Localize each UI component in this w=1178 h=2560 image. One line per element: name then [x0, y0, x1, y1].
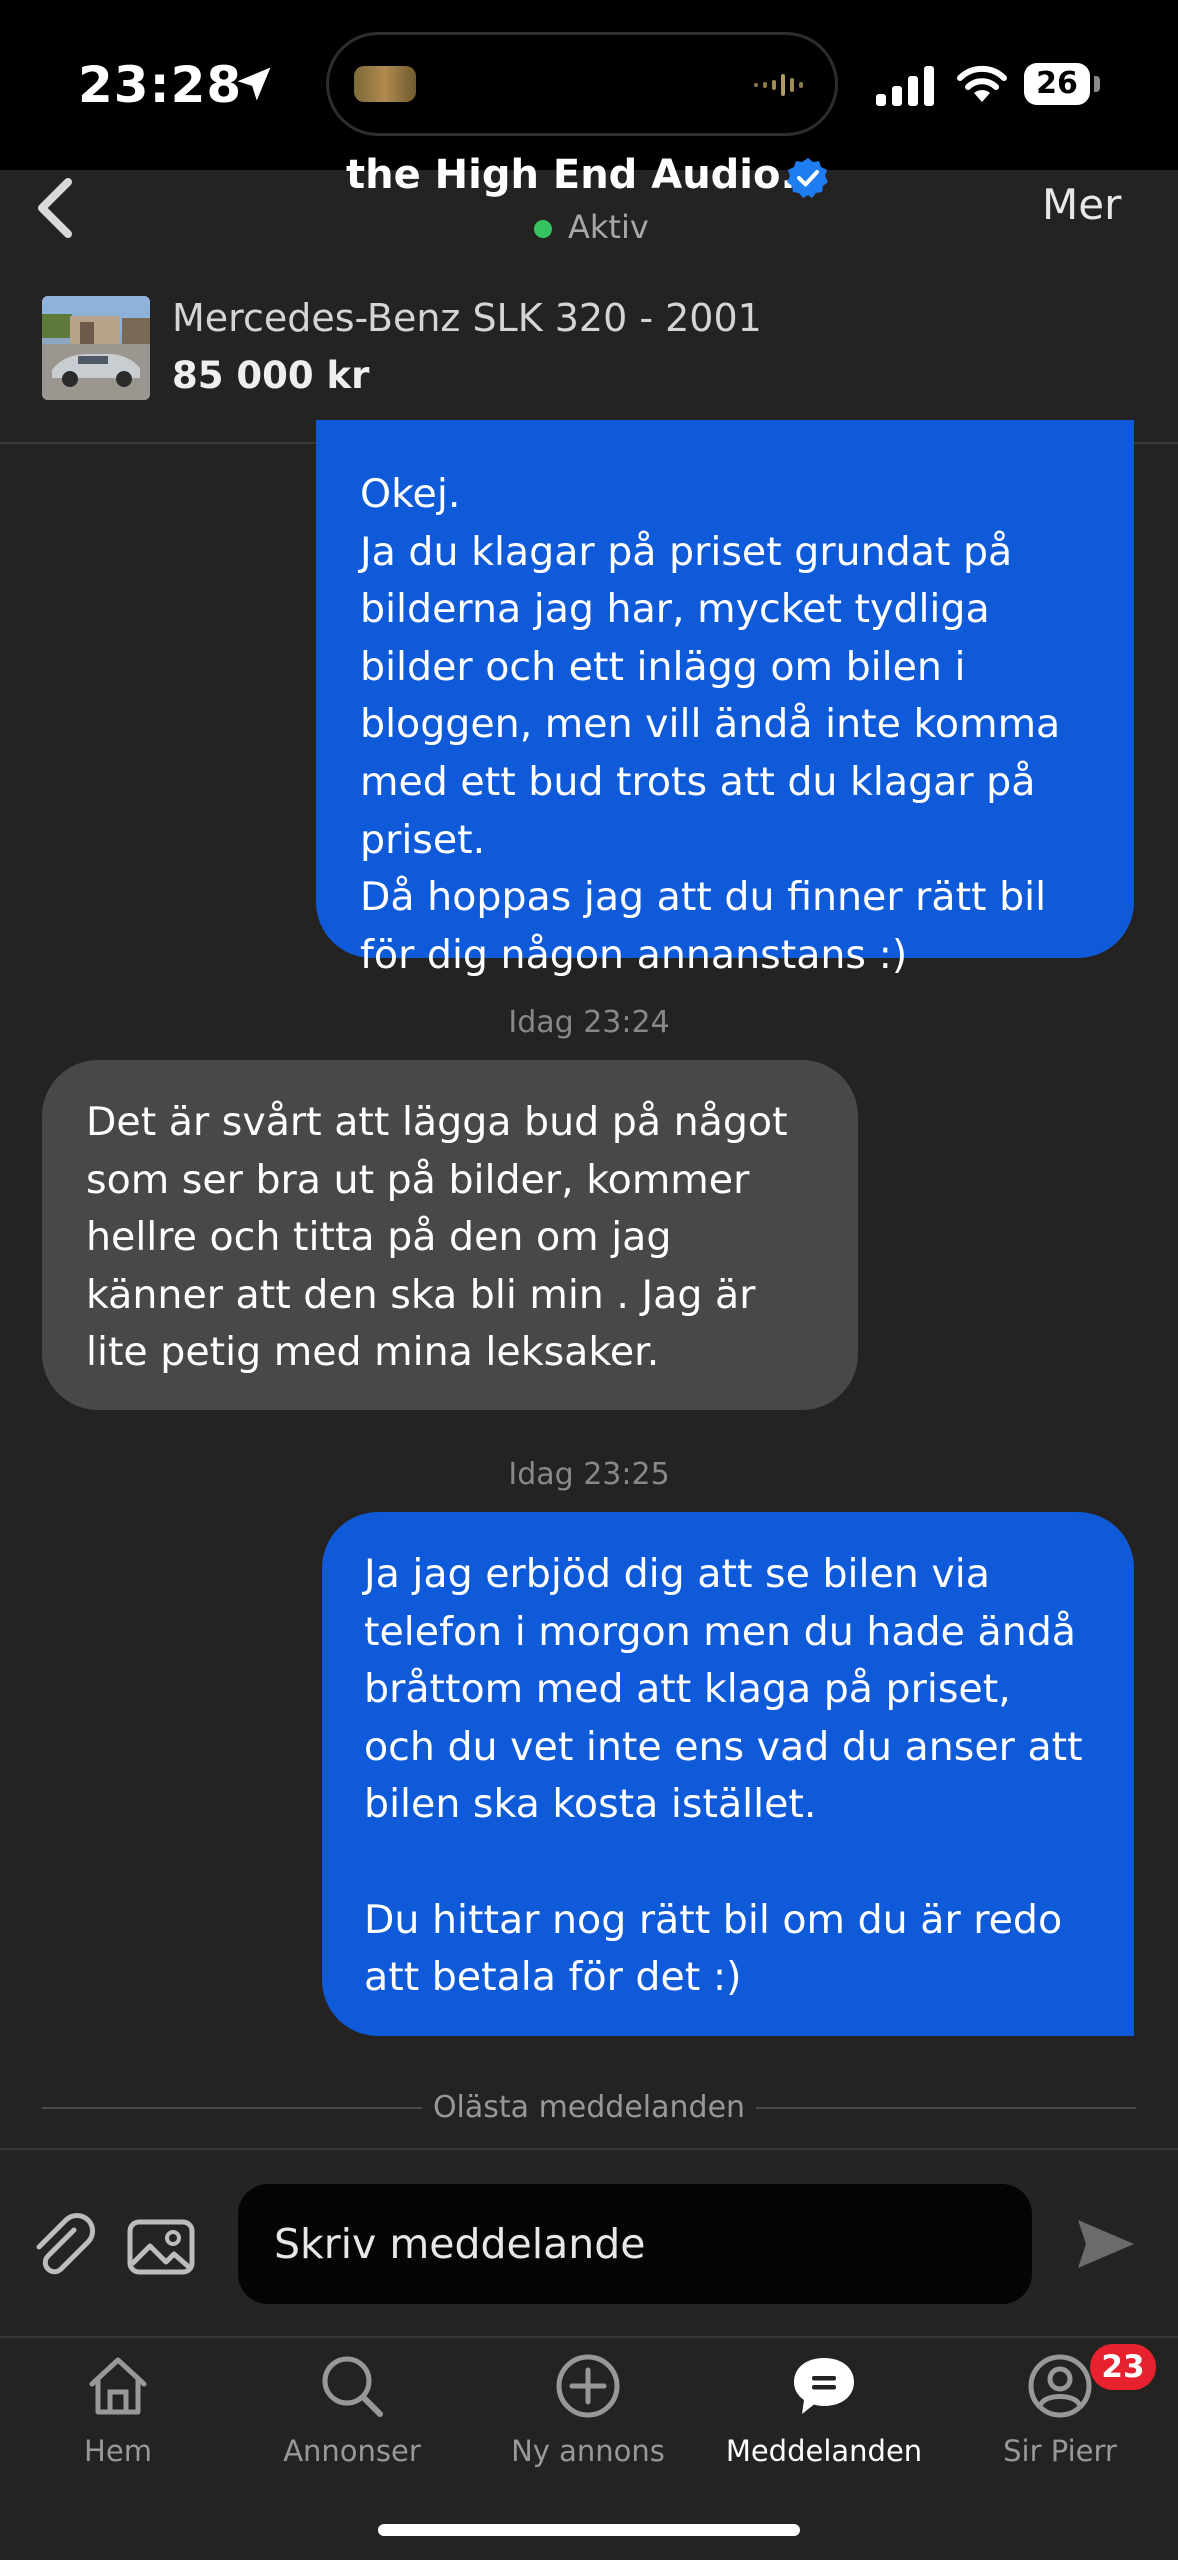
- message-bubble-outgoing[interactable]: Ja jag erbjöd dig att se bilen via telef…: [322, 1512, 1134, 2036]
- image-icon[interactable]: [124, 2212, 198, 2280]
- wifi-icon: [957, 65, 1007, 102]
- unread-divider-line: [756, 2107, 1136, 2109]
- more-button[interactable]: Mer: [1042, 180, 1121, 229]
- battery-tip: [1094, 76, 1100, 92]
- online-status-label: Aktiv: [568, 208, 649, 246]
- profile-icon: [1028, 2354, 1092, 2418]
- listing-car-thumbnail[interactable]: [42, 296, 150, 400]
- back-chevron-icon[interactable]: [26, 172, 86, 244]
- location-arrow-icon: [237, 67, 271, 101]
- message-timestamp: Idag 23:24: [508, 1005, 670, 1040]
- tab-label: Annonser: [283, 2434, 421, 2468]
- verified-badge-icon: [787, 158, 828, 198]
- home-icon: [89, 2357, 147, 2415]
- tab-home[interactable]: Hem: [0, 2336, 236, 2486]
- tab-label: Hem: [84, 2434, 152, 2468]
- search-icon: [322, 2356, 383, 2417]
- tab-ny-annons[interactable]: Ny annons: [470, 2336, 706, 2486]
- status-time: 23:28: [78, 56, 243, 114]
- send-icon[interactable]: [1074, 2212, 1138, 2276]
- cellular-signal-icon: [876, 66, 934, 106]
- home-indicator: [378, 2524, 800, 2536]
- tab-label: Meddelanden: [725, 2434, 923, 2468]
- audio-waveform-icon: [754, 74, 803, 96]
- message-bubble-outgoing[interactable]: Okej. Ja du klagar på priset grundat på …: [316, 420, 1134, 978]
- listing-title[interactable]: Mercedes-Benz SLK 320 - 2001: [172, 296, 762, 340]
- online-status-dot: [534, 220, 552, 238]
- tab-annonser[interactable]: Annonser: [234, 2336, 470, 2486]
- tab-label: Ny annons: [511, 2434, 665, 2468]
- message-input[interactable]: [238, 2184, 1032, 2304]
- listing-price: 85 000 kr: [172, 354, 370, 397]
- chat-icon: [794, 2358, 854, 2414]
- message-timestamp: Idag 23:25: [508, 1457, 670, 1492]
- chat-title[interactable]: the High End Audio...: [346, 152, 826, 198]
- plus-circle-icon: [556, 2354, 620, 2418]
- notification-badge: 23: [1090, 2344, 1156, 2390]
- now-playing-artwork-icon: [354, 66, 416, 102]
- message-bubble-incoming[interactable]: Det är svårt att lägga bud på något som …: [42, 1060, 858, 1410]
- battery-level: 26: [1024, 63, 1090, 105]
- tab-label: Sir Pierr: [1003, 2434, 1117, 2468]
- paperclip-icon[interactable]: [26, 2208, 100, 2282]
- tab-meddelanden[interactable]: Meddelanden: [706, 2336, 942, 2486]
